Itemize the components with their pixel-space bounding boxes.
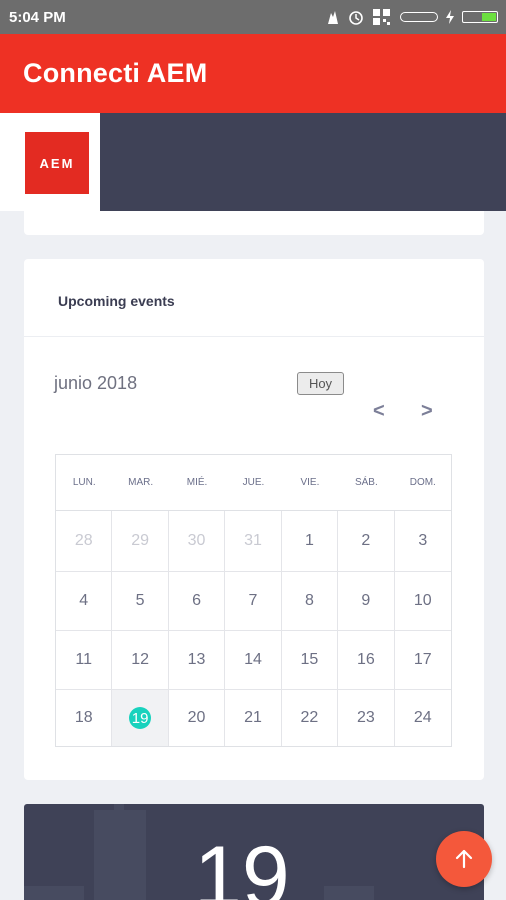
aem-logo: AEM — [25, 132, 89, 194]
app-bar: Connecti AEM — [0, 34, 506, 113]
status-icons — [326, 7, 498, 27]
skyline-building — [324, 886, 374, 900]
battery-saver-icon — [400, 12, 438, 22]
battery-icon — [462, 11, 498, 23]
today-button[interactable]: Hoy — [297, 372, 344, 395]
today-marker: 19 — [129, 707, 152, 729]
weekday-label: MIÉ. — [186, 477, 208, 488]
calendar-day[interactable]: 5 — [112, 572, 169, 631]
calendar-day[interactable]: 31 — [225, 511, 282, 572]
calendar-day[interactable]: 7 — [225, 572, 282, 631]
calendar-day[interactable]: 14 — [225, 631, 282, 690]
calendar-day-today[interactable]: 19 — [112, 690, 169, 746]
calendar-days: 28 29 30 31 1 2 3 4 5 6 7 8 9 10 11 12 1… — [56, 511, 451, 746]
skyline-building — [24, 886, 84, 900]
calendar-day[interactable]: 17 — [394, 631, 451, 690]
status-time: 5:04 PM — [9, 9, 66, 26]
logo-container: AEM — [0, 113, 100, 211]
calendar-day[interactable]: 11 — [56, 631, 113, 690]
skyline-tower — [94, 810, 146, 900]
calendar-day[interactable]: 2 — [338, 511, 395, 572]
calendar-day[interactable]: 23 — [338, 690, 395, 746]
divider — [24, 336, 484, 337]
charging-icon — [446, 10, 454, 24]
weekday-label: MAR. — [128, 477, 154, 488]
notification-icon — [328, 11, 338, 24]
calendar-day[interactable]: 3 — [394, 511, 451, 572]
calendar-day[interactable]: 16 — [338, 631, 395, 690]
calendar-day[interactable]: 9 — [338, 572, 395, 631]
calendar: LUN. MAR. MIÉ. JUE. VIE. SÁB. DOM. 28 29… — [55, 454, 452, 747]
calendar-day[interactable]: 18 — [56, 690, 113, 746]
calendar-day[interactable]: 24 — [395, 690, 451, 746]
calendar-day[interactable]: 13 — [168, 631, 226, 690]
weekday-label: LUN. — [72, 477, 96, 488]
weekday-label: JUE. — [242, 477, 265, 488]
featured-event-card[interactable]: 19 — [24, 804, 484, 900]
calendar-day[interactable]: 20 — [169, 690, 226, 746]
weekday-label: DOM. — [409, 477, 436, 488]
weekday-label: SÁB. — [354, 477, 378, 488]
calendar-day[interactable]: 29 — [112, 511, 169, 572]
calendar-day[interactable]: 22 — [282, 690, 339, 746]
qr-icon — [373, 9, 390, 25]
calendar-day[interactable]: 21 — [225, 690, 282, 746]
calendar-day[interactable]: 10 — [394, 572, 451, 631]
app-title: Connecti AEM — [23, 58, 208, 88]
scroll-top-button[interactable] — [436, 831, 492, 887]
info-card — [24, 211, 484, 235]
weekday-label: VIE. — [300, 477, 320, 488]
calendar-day[interactable]: 28 — [56, 511, 113, 572]
event-day: 19 — [194, 829, 290, 900]
arrow-up-icon — [455, 849, 473, 869]
status-bar: 5:04 PM — [0, 0, 506, 34]
cover-image — [100, 113, 506, 211]
calendar-day[interactable]: 12 — [112, 631, 169, 690]
calendar-day[interactable]: 6 — [168, 572, 226, 631]
alarm-icon — [349, 11, 363, 25]
calendar-day[interactable]: 30 — [168, 511, 226, 572]
calendar-day[interactable]: 1 — [281, 511, 339, 572]
upcoming-events-card: Upcoming events junio 2018 Hoy < > LUN. … — [24, 259, 484, 780]
prev-month-button[interactable]: < — [373, 400, 385, 423]
weekday-header: LUN. MAR. MIÉ. JUE. VIE. SÁB. DOM. — [56, 455, 451, 511]
calendar-day[interactable]: 15 — [281, 631, 339, 690]
calendar-day[interactable]: 8 — [281, 572, 339, 631]
card-title: Upcoming events — [58, 293, 175, 309]
header-banner: AEM — [0, 113, 506, 211]
month-label: junio 2018 — [54, 373, 138, 393]
next-month-button[interactable]: > — [421, 400, 433, 423]
calendar-day[interactable]: 4 — [56, 572, 113, 631]
